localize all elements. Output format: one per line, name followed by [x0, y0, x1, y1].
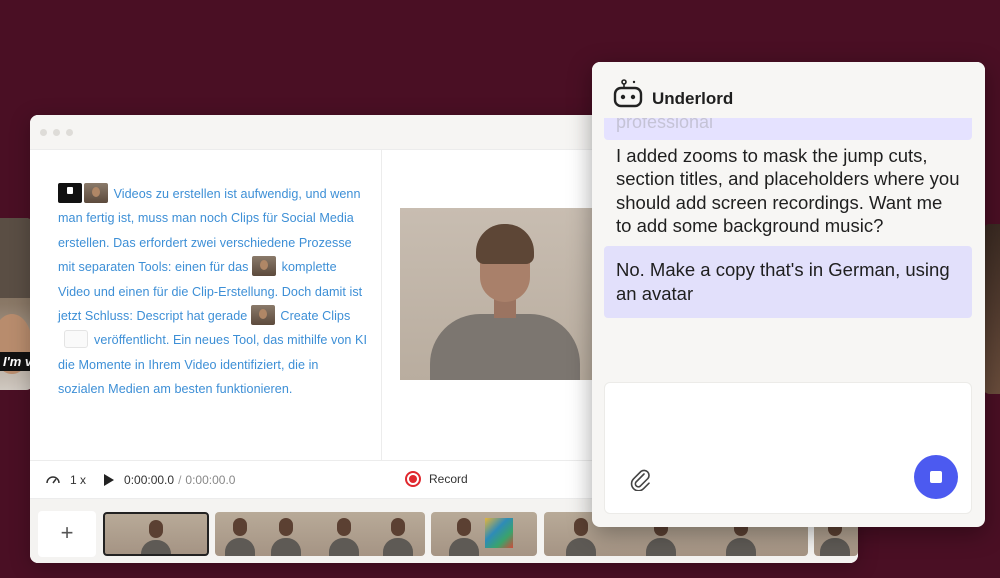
playback-speed[interactable]: 1 x: [70, 473, 86, 487]
side-video-caption: I'm v: [0, 352, 34, 371]
clip-artwork: [485, 518, 513, 548]
timeline-clip[interactable]: [103, 512, 209, 556]
robot-icon: [613, 79, 643, 108]
window-maximize-dot[interactable]: [66, 129, 73, 136]
chat-message-assistant: I added zooms to mask the jump cuts, sec…: [616, 145, 960, 236]
side-video-left: I'm v: [0, 218, 34, 390]
clip-person: [447, 516, 481, 556]
script-pane[interactable]: Videos zu erstellen ist aufwendig, und w…: [30, 150, 382, 460]
clip-person: [223, 516, 257, 556]
chat-message-user: No. Make a copy that's in German, using …: [604, 246, 972, 318]
inline-placeholder-chip[interactable]: [64, 330, 88, 349]
scene-speaker-thumbnail[interactable]: [250, 305, 275, 326]
underlord-panel: professional Underlord I added zooms to …: [592, 62, 985, 527]
clip-person: [139, 518, 173, 554]
script-paragraph-4[interactable]: veröffentlicht. Ein neues Tool, das mith…: [58, 333, 367, 396]
scene-speaker-thumbnail[interactable]: [252, 256, 277, 277]
clip-person: [327, 516, 361, 556]
current-time: 0:00:00.0: [124, 472, 175, 487]
record-icon: [405, 471, 421, 487]
record-label: Record: [429, 472, 468, 486]
window-controls: [40, 129, 73, 136]
stop-icon[interactable]: [914, 455, 958, 499]
play-icon[interactable]: [104, 473, 115, 486]
scene-speaker-thumbnail[interactable]: [84, 183, 108, 203]
window-close-dot[interactable]: [40, 129, 47, 136]
clip-person: [381, 516, 415, 556]
chat-input[interactable]: [604, 382, 972, 514]
video-preview[interactable]: [400, 208, 592, 380]
clip-person: [269, 516, 303, 556]
add-scene-button[interactable]: +: [38, 511, 96, 557]
timeline-clip[interactable]: [431, 512, 537, 556]
scene-logo-thumbnail[interactable]: [58, 183, 82, 203]
total-time: 0:00:00.0: [185, 472, 236, 487]
script-text[interactable]: Videos zu erstellen ist aufwendig, und w…: [58, 182, 367, 402]
record-button[interactable]: Record: [405, 471, 468, 487]
side-video-left-top: [0, 218, 34, 298]
speed-icon[interactable]: [44, 471, 62, 489]
panel-title: Underlord: [652, 89, 734, 108]
script-paragraph-3[interactable]: Create Clips: [280, 309, 350, 323]
timeline-clip[interactable]: [215, 512, 425, 556]
panel-header: Underlord: [592, 62, 985, 118]
time-separator: /: [178, 472, 182, 487]
preview-speaker-body: [430, 314, 580, 380]
paperclip-icon[interactable]: [629, 467, 651, 491]
window-minimize-dot[interactable]: [53, 129, 60, 136]
